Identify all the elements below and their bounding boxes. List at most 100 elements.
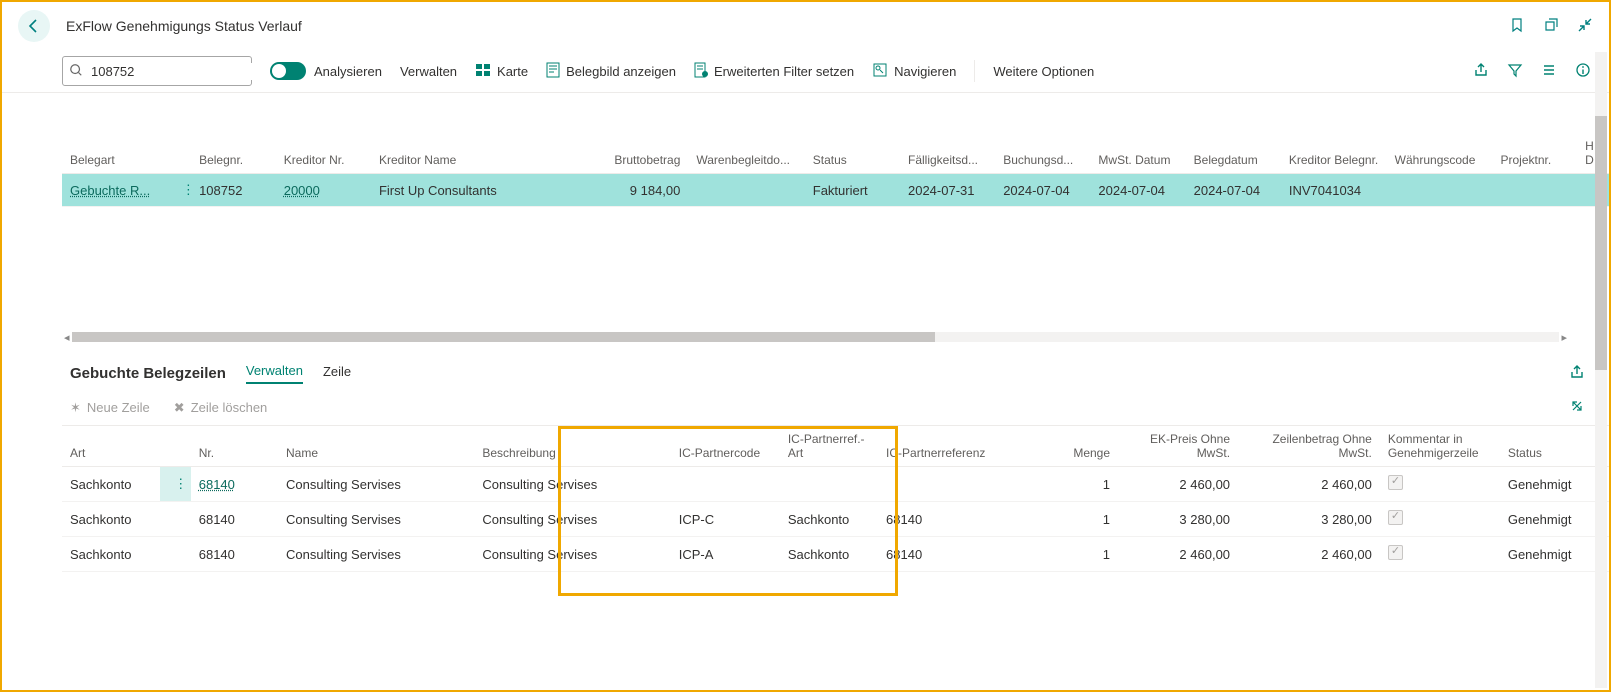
lcol-name[interactable]: Name (278, 426, 474, 467)
lcol-zeilenbetrag[interactable]: Zeilenbetrag Ohne MwSt. (1238, 426, 1380, 467)
analyze-label: Analysieren (314, 64, 382, 79)
lcol-nr[interactable]: Nr. (191, 426, 278, 467)
scroll-right-icon[interactable]: ▸ (1559, 331, 1569, 344)
checkbox-icon (1388, 475, 1403, 490)
search-input[interactable] (89, 63, 269, 80)
personalize-icon[interactable] (1569, 402, 1585, 417)
card-icon (475, 62, 491, 81)
cell-ic-partnerref-art (780, 467, 878, 502)
more-options-action[interactable]: Weitere Optionen (993, 64, 1094, 79)
delete-line-action: ✖ Zeile löschen (174, 398, 268, 417)
section-share-icon[interactable] (1569, 368, 1585, 383)
cell-art: Sachkonto (62, 467, 160, 502)
cell-status: Fakturiert (805, 174, 900, 207)
table-row[interactable]: Sachkonto 68140 Consulting Servises Cons… (62, 537, 1609, 572)
col-projekt[interactable]: Projektnr. (1492, 133, 1577, 174)
search-box[interactable]: ✕ (62, 56, 252, 86)
belegart-link[interactable]: Gebuchte R... (70, 183, 150, 198)
table-row[interactable]: Gebuchte R... ⋮ 108752 20000 First Up Co… (62, 174, 1609, 207)
cell-kreditor-belegnr: INV7041034 (1281, 174, 1387, 207)
lcol-menge[interactable]: Menge (1042, 426, 1118, 467)
cell-ic-partner (671, 467, 780, 502)
lcol-ic-partnerref-art[interactable]: IC-Partnerref.-Art (780, 426, 878, 467)
lcol-ic-partnerref[interactable]: IC-Partnerreferenz (878, 426, 1042, 467)
cell-status: Genehmigt (1500, 467, 1609, 502)
cell-ic-partnerref: 68140 (878, 502, 1042, 537)
cell-kommentar (1380, 467, 1500, 502)
cell-beschreibung: Consulting Servises (474, 537, 670, 572)
lines-table: Art Nr. Name Beschreibung IC-Partnercode… (62, 426, 1609, 572)
cell-nr[interactable]: 68140 (191, 467, 278, 502)
filter-icon[interactable] (1507, 62, 1523, 81)
tab-line[interactable]: Zeile (323, 364, 351, 383)
cell-beschreibung: Consulting Servises (474, 502, 670, 537)
cell-menge: 1 (1042, 467, 1118, 502)
share-icon[interactable] (1473, 62, 1489, 81)
col-kreditor-belegnr[interactable]: Kreditor Belegnr. (1281, 133, 1387, 174)
col-belegdatum[interactable]: Belegdatum (1186, 133, 1281, 174)
cell-projekt (1492, 174, 1577, 207)
cell-warenbegleit (688, 174, 804, 207)
cell-name: Consulting Servises (278, 502, 474, 537)
back-button[interactable] (18, 10, 50, 42)
ext-filter-action[interactable]: Erweiterten Filter setzen (694, 62, 854, 81)
col-faelligkeit[interactable]: Fälligkeitsd... (900, 133, 995, 174)
vertical-scrollbar[interactable] (1595, 52, 1607, 688)
table-row[interactable]: Sachkonto 68140 Consulting Servises Cons… (62, 502, 1609, 537)
col-brutto[interactable]: Bruttobetrag (583, 133, 689, 174)
cell-kreditor-name: First Up Consultants (371, 174, 583, 207)
kreditor-nr-link[interactable]: 20000 (284, 183, 320, 198)
popout-icon[interactable] (1543, 17, 1559, 36)
cell-zeilenbetrag: 2 460,00 (1238, 537, 1380, 572)
lcol-status[interactable]: Status (1500, 426, 1609, 467)
new-line-action: ✶ Neue Zeile (70, 398, 150, 417)
col-kreditor-nr[interactable]: Kreditor Nr. (276, 133, 371, 174)
section-bar: Gebuchte Belegzeilen Verwalten Zeile (62, 347, 1609, 390)
list-view-icon[interactable] (1541, 62, 1557, 81)
lcol-kommentar[interactable]: Kommentar in Genehmigerzeile (1380, 426, 1500, 467)
delete-line-icon: ✖ (174, 400, 185, 416)
cell-status: Genehmigt (1500, 502, 1609, 537)
cell-status: Genehmigt (1500, 537, 1609, 572)
navigate-action[interactable]: Navigieren (872, 62, 956, 81)
collapse-icon[interactable] (1577, 17, 1593, 36)
lcol-ic-partner[interactable]: IC-Partnercode (671, 426, 780, 467)
show-image-action[interactable]: Belegbild anzeigen (546, 62, 676, 81)
section-title: Gebuchte Belegzeilen (70, 365, 226, 382)
new-line-icon: ✶ (70, 400, 81, 416)
checkbox-icon (1388, 510, 1403, 525)
row-actions-icon[interactable]: ⋮ (168, 476, 191, 492)
col-warenbegleit[interactable]: Warenbegleitdo... (688, 133, 804, 174)
analyze-toggle[interactable] (270, 62, 306, 80)
cell-ek-preis: 2 460,00 (1118, 467, 1238, 502)
cell-ic-partnerref: 68140 (878, 537, 1042, 572)
cell-zeilenbetrag: 3 280,00 (1238, 502, 1380, 537)
filter-doc-icon (694, 62, 708, 81)
col-belegnr[interactable]: Belegnr. (191, 133, 276, 174)
col-kreditor-name[interactable]: Kreditor Name (371, 133, 583, 174)
lcol-art[interactable]: Art (62, 426, 160, 467)
card-action[interactable]: Karte (475, 62, 528, 81)
cell-kommentar (1380, 502, 1500, 537)
col-belegart[interactable]: Belegart (62, 133, 168, 174)
lcol-ek-preis[interactable]: EK-Preis Ohne MwSt. (1118, 426, 1238, 467)
lcol-beschreibung[interactable]: Beschreibung (474, 426, 670, 467)
manage-action[interactable]: Verwalten (400, 64, 457, 79)
cell-name: Consulting Servises (278, 467, 474, 502)
page-title: ExFlow Genehmigungs Status Verlauf (66, 18, 302, 34)
col-waehrung[interactable]: Währungscode (1387, 133, 1493, 174)
cell-faelligkeit: 2024-07-31 (900, 174, 995, 207)
info-icon[interactable] (1575, 62, 1591, 81)
col-buchungsd[interactable]: Buchungsd... (995, 133, 1090, 174)
scroll-left-icon[interactable]: ◂ (62, 331, 72, 344)
tab-manage[interactable]: Verwalten (246, 363, 303, 384)
table-row[interactable]: Sachkonto ⋮ 68140 Consulting Servises Co… (62, 467, 1609, 502)
bookmark-icon[interactable] (1509, 17, 1525, 36)
row-actions-icon[interactable]: ⋮ (176, 182, 191, 198)
cell-ic-partnerref-art: Sachkonto (780, 537, 878, 572)
navigate-icon (872, 62, 888, 81)
horizontal-scrollbar[interactable]: ◂ ▸ (62, 331, 1569, 343)
col-status[interactable]: Status (805, 133, 900, 174)
col-mwst-datum[interactable]: MwSt. Datum (1090, 133, 1185, 174)
checkbox-icon (1388, 545, 1403, 560)
